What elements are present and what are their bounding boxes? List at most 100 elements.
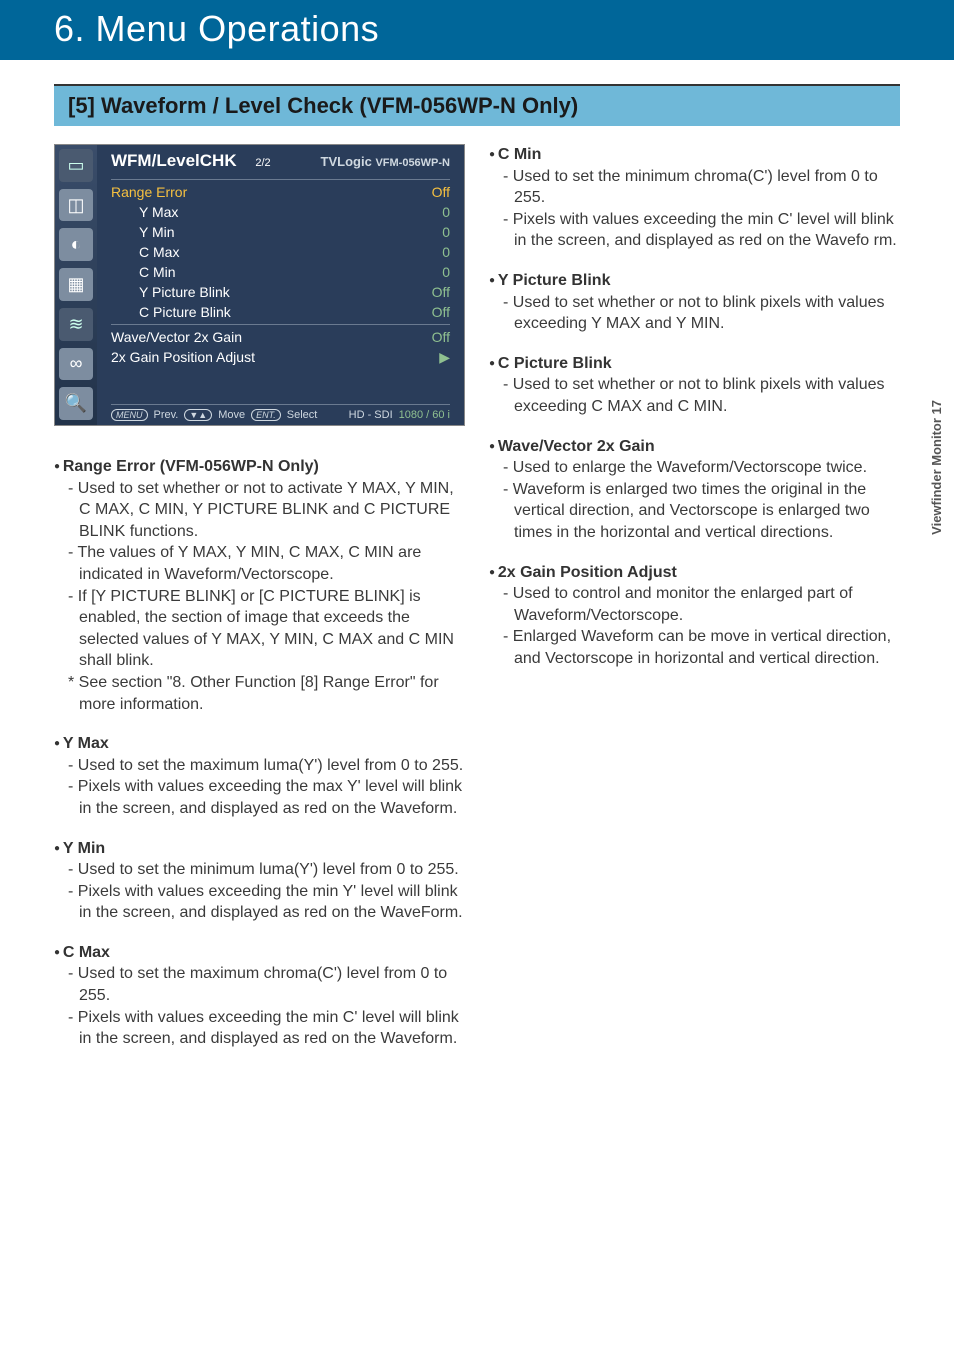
menu-item-value: 0 — [442, 224, 450, 240]
left-column: ▭ ◫ ◐ ▦ ≋ ∞ 🔍 WFM/LevelCHK 2/2 TVLogic V… — [54, 144, 465, 1068]
ent-button-label: ENT. — [251, 409, 281, 421]
item-subline: - Used to set the minimum chroma(C') lev… — [503, 166, 900, 209]
item-heading: C Max — [54, 942, 465, 964]
menu-item-label: Y Min — [111, 224, 175, 240]
right-column: C Min- Used to set the minimum chroma(C'… — [489, 144, 900, 1068]
item-note: * See section "8. Other Function [8] Ran… — [54, 672, 465, 715]
item-subline: - Pixels with values exceeding the min Y… — [68, 881, 465, 924]
doc-item: Wave/Vector 2x Gain- Used to enlarge the… — [489, 436, 900, 544]
menu-item-value: 0 — [442, 264, 450, 280]
menu-item-value: ▶ — [439, 349, 450, 366]
item-sublist: - Used to control and monitor the enlarg… — [489, 583, 900, 669]
menu-item-value: Off — [432, 304, 450, 320]
item-sublist: - Used to set the maximum chroma(C') lev… — [54, 963, 465, 1049]
menu-item: Range Error Off — [111, 182, 450, 202]
item-heading: C Picture Blink — [489, 353, 900, 375]
item-subline: - Pixels with values exceeding the min C… — [503, 209, 900, 252]
doc-item: Y Max- Used to set the maximum luma(Y') … — [54, 733, 465, 819]
menu-item-label: C Picture Blink — [111, 304, 231, 320]
item-sublist: - Used to set the maximum luma(Y') level… — [54, 755, 465, 820]
item-subline: - Used to set whether or not to blink pi… — [503, 374, 900, 417]
foot-signal: HD - SDI — [349, 409, 393, 421]
menu-model: VFM-056WP-N — [375, 157, 450, 169]
menu-item-label: Wave/Vector 2x Gain — [111, 329, 242, 345]
menu-item-label: Range Error — [111, 184, 187, 200]
item-heading: Y Min — [54, 838, 465, 860]
doc-item: C Picture Blink- Used to set whether or … — [489, 353, 900, 418]
menu-item-label: Y Max — [111, 204, 178, 220]
menu-item-value: 0 — [442, 204, 450, 220]
link-icon: ∞ — [59, 348, 93, 381]
item-sublist: - Used to set the minimum luma(Y') level… — [54, 859, 465, 924]
adjust-icon: ◐ — [59, 228, 93, 261]
menu-item: Wave/Vector 2x Gain Off — [111, 327, 450, 347]
menu-item: 2x Gain Position Adjust ▶ — [111, 347, 450, 368]
doc-item: Range Error (VFM-056WP-N Only)- Used to … — [54, 456, 465, 715]
crop-icon: ◫ — [59, 189, 93, 222]
menu-button-label: MENU — [111, 409, 148, 421]
item-sublist: - Used to set whether or not to activate… — [54, 478, 465, 672]
item-subline: - Used to set the minimum luma(Y') level… — [68, 859, 465, 881]
foot-resolution: 1080 / 60 i — [399, 409, 450, 421]
section-title: [5] Waveform / Level Check (VFM-056WP-N … — [54, 84, 900, 126]
menu-item: C Picture Blink Off — [111, 302, 450, 322]
monitor-icon: ▭ — [59, 149, 93, 182]
menu-title: WFM/LevelCHK — [111, 151, 237, 170]
menu-item-value: Off — [432, 184, 450, 200]
item-subline: - Used to control and monitor the enlarg… — [503, 583, 900, 626]
foot-prev: Prev. — [154, 409, 179, 421]
item-subline: - Pixels with values exceeding the min C… — [68, 1007, 465, 1050]
menu-brand: TVLogic — [321, 154, 372, 169]
item-heading: Range Error (VFM-056WP-N Only) — [54, 456, 465, 478]
menu-item: C Max 0 — [111, 242, 450, 262]
item-subline: - Enlarged Waveform can be move in verti… — [503, 626, 900, 669]
menu-item-label: C Min — [111, 264, 176, 280]
foot-select: Select — [287, 409, 318, 421]
item-subline: - Used to set whether or not to blink pi… — [503, 292, 900, 335]
item-heading: Y Picture Blink — [489, 270, 900, 292]
item-sublist: - Used to set the minimum chroma(C') lev… — [489, 166, 900, 252]
side-page-label: Viewfinder Monitor 17 — [929, 400, 944, 535]
item-heading: Y Max — [54, 733, 465, 755]
item-subline: - Used to set whether or not to activate… — [68, 478, 465, 543]
doc-item: Y Min- Used to set the minimum luma(Y') … — [54, 838, 465, 924]
foot-move: Move — [218, 409, 245, 421]
item-heading: Wave/Vector 2x Gain — [489, 436, 900, 458]
item-sublist: - Used to enlarge the Waveform/Vectorsco… — [489, 457, 900, 543]
divider — [111, 324, 450, 325]
menu-screenshot: ▭ ◫ ◐ ▦ ≋ ∞ 🔍 WFM/LevelCHK 2/2 TVLogic V… — [54, 144, 465, 426]
item-subline: - The values of Y MAX, Y MIN, C MAX, C M… — [68, 542, 465, 585]
menu-item-label: C Max — [111, 244, 179, 260]
item-note-line: * See section "8. Other Function [8] Ran… — [68, 672, 465, 715]
doc-item: 2x Gain Position Adjust- Used to control… — [489, 562, 900, 670]
doc-item: Y Picture Blink- Used to set whether or … — [489, 270, 900, 335]
menu-item: C Min 0 — [111, 262, 450, 282]
item-subline: - Used to enlarge the Waveform/Vectorsco… — [503, 457, 900, 479]
item-sublist: - Used to set whether or not to blink pi… — [489, 292, 900, 335]
chapter-title: 6. Menu Operations — [0, 0, 954, 60]
item-subline: - Waveform is enlarged two times the ori… — [503, 479, 900, 544]
item-subline: - Pixels with values exceeding the max Y… — [68, 776, 465, 819]
menu-item: Y Max 0 — [111, 202, 450, 222]
menu-item: Y Picture Blink Off — [111, 282, 450, 302]
divider — [111, 179, 450, 180]
menu-page: 2/2 — [241, 157, 270, 169]
item-heading: 2x Gain Position Adjust — [489, 562, 900, 584]
camera-icon: ▦ — [59, 268, 93, 301]
item-sublist: - Used to set whether or not to blink pi… — [489, 374, 900, 417]
menu-item: Y Min 0 — [111, 222, 450, 242]
menu-panel: WFM/LevelCHK 2/2 TVLogic VFM-056WP-N Ran… — [97, 145, 464, 425]
menu-item-label: Y Picture Blink — [111, 284, 230, 300]
item-heading: C Min — [489, 144, 900, 166]
menu-item-value: Off — [432, 329, 450, 345]
menu-item-label: 2x Gain Position Adjust — [111, 349, 255, 366]
item-subline: - Used to set the maximum chroma(C') lev… — [68, 963, 465, 1006]
menu-item-value: 0 — [442, 244, 450, 260]
waveform-icon: ≋ — [59, 308, 93, 341]
arrows-button-label: ▼▲ — [184, 409, 212, 421]
doc-item: C Max- Used to set the maximum chroma(C'… — [54, 942, 465, 1050]
menu-title-row: WFM/LevelCHK 2/2 TVLogic VFM-056WP-N — [111, 151, 450, 171]
menu-footer: MENU Prev. ▼▲ Move ENT. Select HD - SDI … — [111, 404, 450, 421]
menu-item-value: Off — [432, 284, 450, 300]
item-subline: - If [Y PICTURE BLINK] or [C PICTURE BLI… — [68, 586, 465, 672]
